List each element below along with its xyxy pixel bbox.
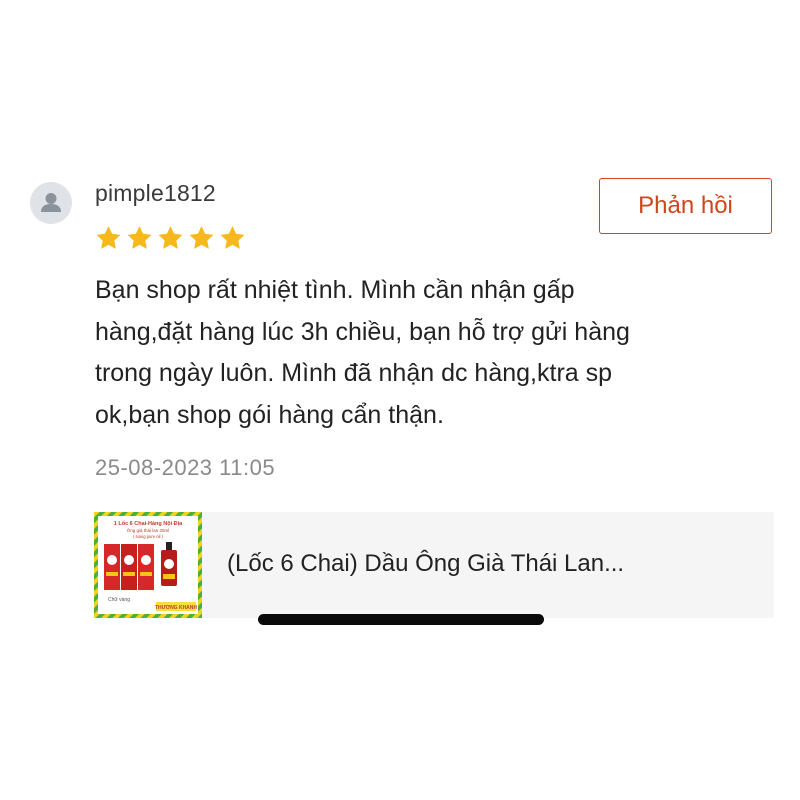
review-text-line: hàng,đặt hàng lúc 3h chiều, bạn hỗ trợ g… bbox=[95, 317, 630, 346]
thumb-text-line5: THƯƠNG KHANH bbox=[155, 605, 197, 611]
thumb-text-line1: 1 Lốc 6 Chai-Hàng Nội Địa bbox=[114, 520, 183, 527]
thumb-text-line4: Chữ vàng bbox=[108, 597, 130, 603]
review-text-line: Bạn shop rất nhiệt tình. Mình cần nhận g… bbox=[95, 276, 575, 304]
review-page: pimple1812 Phản hồi Bạn shop rất nhiệt t… bbox=[0, 0, 800, 800]
star-icon bbox=[189, 226, 214, 249]
reviewer-username[interactable]: pimple1812 bbox=[95, 180, 216, 207]
star-icon bbox=[220, 226, 245, 249]
star-icon bbox=[127, 226, 152, 249]
product-card[interactable]: 1 Lốc 6 Chai-Hàng Nội Địa Ông già thái l… bbox=[94, 512, 774, 618]
star-icon bbox=[158, 226, 183, 249]
star-icon bbox=[96, 226, 121, 249]
scrollbar[interactable] bbox=[258, 614, 544, 625]
thumb-text-line2: Ông già thái lan 25ml bbox=[127, 527, 170, 533]
rating-stars bbox=[94, 224, 247, 252]
user-avatar-icon[interactable] bbox=[30, 182, 72, 224]
thumb-text-line3: ( siang pure oil ) bbox=[133, 534, 164, 539]
product-thumbnail[interactable]: 1 Lốc 6 Chai-Hàng Nội Địa Ông già thái l… bbox=[94, 512, 202, 618]
review-text-line: trong ngày luôn. Mình đã nhận dc hàng,kt… bbox=[95, 359, 613, 387]
review-timestamp: 25-08-2023 11:05 bbox=[95, 455, 276, 480]
product-title[interactable]: (Lốc 6 Chai) Dầu Ông Già Thái Lan... bbox=[227, 550, 624, 578]
review-text: Bạn shop rất nhiệt tình. Mình cần nhận g… bbox=[95, 270, 775, 436]
reply-button[interactable]: Phản hồi bbox=[599, 178, 772, 234]
review-text-line: ok,bạn shop gói hàng cẩn thận. bbox=[95, 400, 444, 429]
